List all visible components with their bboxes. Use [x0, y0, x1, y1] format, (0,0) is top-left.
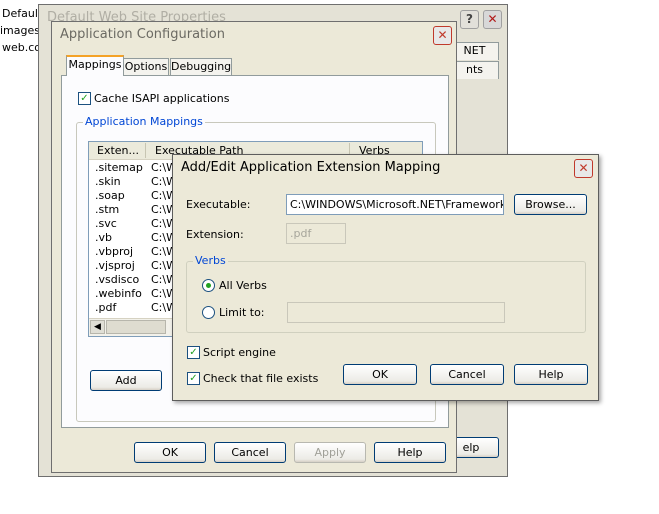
check-file-exists-checkbox[interactable]: ✓ — [187, 372, 200, 385]
app-config-titlebar: Application Configuration ✕ — [52, 22, 456, 48]
extension-label: Extension: — [186, 228, 244, 241]
tab-mappings[interactable]: Mappings — [66, 55, 124, 76]
tab-mappings-label: Mappings — [68, 58, 122, 71]
limit-to-radio[interactable] — [202, 306, 215, 319]
extension-mapping-dialog: Add/Edit Application Extension Mapping ✕… — [172, 154, 599, 401]
mapping-cancel-label: Cancel — [448, 368, 486, 381]
extension-mapping-titlebar: Add/Edit Application Extension Mapping ✕ — [173, 155, 598, 181]
row-extension: .soap — [95, 189, 125, 202]
executable-field[interactable]: C:\WINDOWS\Microsoft.NET\Framework\v — [286, 194, 504, 215]
row-extension: .sitemap — [95, 161, 143, 174]
back-help-label: elp — [462, 441, 480, 454]
close-icon[interactable]: ✕ — [574, 159, 593, 178]
check-file-exists-label: Check that file exists — [203, 372, 319, 385]
cancel-button[interactable]: Cancel — [214, 442, 286, 463]
row-extension: .stm — [95, 203, 120, 216]
scroll-left-arrow-icon[interactable]: ◀ — [90, 320, 105, 334]
row-extension: .vsdisco — [95, 273, 140, 286]
tab-asp-net[interactable]: NET — [450, 42, 499, 60]
help-icon[interactable]: ? — [460, 10, 479, 29]
verbs-group: Verbs All Verbs Limit to: — [186, 254, 586, 333]
row-extension: .vbproj — [95, 245, 134, 258]
cancel-label: Cancel — [231, 446, 269, 459]
verbs-legend: Verbs — [193, 254, 228, 267]
mapping-ok-button[interactable]: OK — [343, 364, 417, 385]
row-extension: .webinfo — [95, 287, 142, 300]
tab-documents[interactable]: nts — [450, 61, 499, 79]
column-divider — [145, 143, 146, 158]
tab-options[interactable]: Options — [123, 58, 169, 76]
row-extension: .svc — [95, 217, 117, 230]
cache-isapi-label: Cache ISAPI applications — [94, 92, 230, 105]
script-engine-label: Script engine — [203, 346, 276, 359]
close-icon[interactable]: ✕ — [433, 26, 452, 45]
mapping-help-button[interactable]: Help — [514, 364, 588, 385]
column-extension[interactable]: Exten... — [97, 144, 139, 157]
tab-debugging[interactable]: Debugging — [170, 58, 232, 76]
cache-isapi-checkbox[interactable]: ✓ — [78, 92, 91, 105]
help-button[interactable]: Help — [374, 442, 446, 463]
executable-label: Executable: — [186, 198, 251, 211]
all-verbs-radio[interactable] — [202, 279, 215, 292]
ok-button[interactable]: OK — [134, 442, 206, 463]
add-mapping-button[interactable]: Add — [90, 370, 162, 391]
browse-label: Browse... — [525, 198, 576, 211]
ok-label: OK — [162, 446, 178, 459]
browse-button[interactable]: Browse... — [514, 194, 587, 215]
tab-asp-net-label: NET — [463, 44, 486, 57]
mapping-cancel-button[interactable]: Cancel — [430, 364, 504, 385]
tab-debugging-label: Debugging — [171, 60, 232, 73]
add-mapping-label: Add — [115, 374, 137, 387]
all-verbs-label: All Verbs — [219, 279, 267, 292]
row-extension: .vb — [95, 231, 112, 244]
row-extension: .pdf — [95, 301, 117, 314]
limit-to-label: Limit to: — [219, 306, 265, 319]
mapping-help-label: Help — [538, 368, 564, 381]
row-extension: .skin — [95, 175, 121, 188]
app-config-title: Application Configuration — [60, 27, 225, 42]
help-label: Help — [397, 446, 423, 459]
row-extension: .vjsproj — [95, 259, 135, 272]
extension-mapping-title: Add/Edit Application Extension Mapping — [181, 160, 441, 175]
tab-documents-label: nts — [465, 63, 483, 76]
script-engine-checkbox[interactable]: ✓ — [187, 346, 200, 359]
application-mappings-legend: Application Mappings — [83, 115, 205, 128]
apply-button[interactable]: Apply — [294, 442, 366, 463]
mapping-ok-label: OK — [372, 368, 388, 381]
limit-to-field[interactable] — [287, 302, 505, 323]
scroll-thumb[interactable] — [106, 320, 166, 334]
apply-label: Apply — [314, 446, 346, 459]
extension-field[interactable]: .pdf — [286, 223, 346, 244]
close-icon[interactable]: ✕ — [483, 10, 502, 29]
tab-options-label: Options — [124, 60, 168, 73]
